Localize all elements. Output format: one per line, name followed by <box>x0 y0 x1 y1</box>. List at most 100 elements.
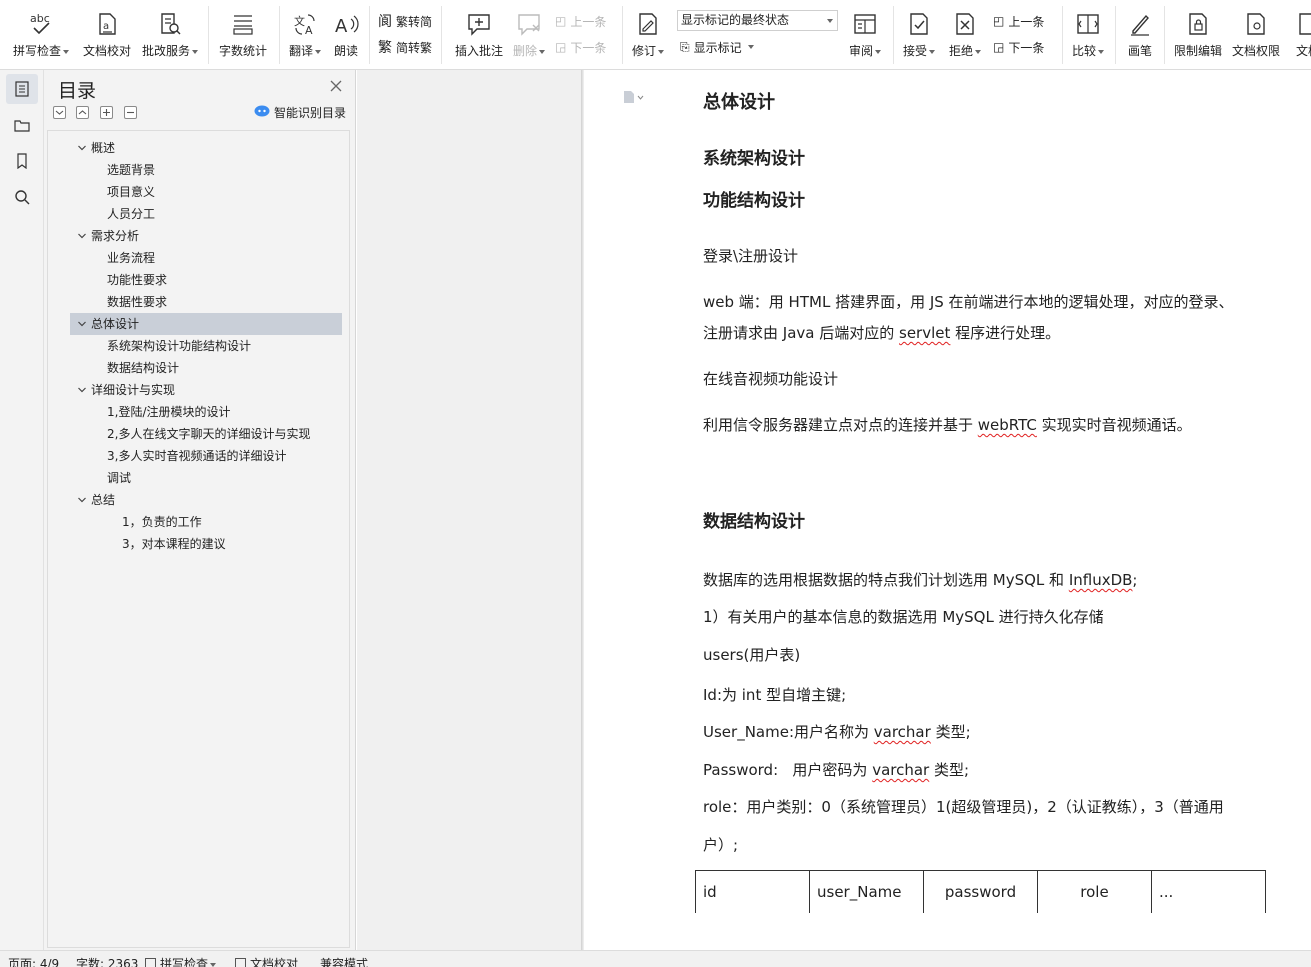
heading-data-structure: 数据结构设计 <box>703 512 805 532</box>
insert-comment-button[interactable]: 插入批注 <box>450 0 508 69</box>
spell-check-button[interactable]: abc 拼写检查 <box>10 0 72 69</box>
pen-icon <box>1126 10 1154 38</box>
compare-icon <box>1074 10 1102 38</box>
toc-item[interactable]: 功能性要求 <box>70 269 342 291</box>
web-paragraph-line2: 注册请求由 Java 后端对应的 servlet 程序进行处理。 <box>703 324 1061 342</box>
expand-up-icon[interactable] <box>76 106 89 119</box>
review-pane-button[interactable]: 审阅 <box>845 0 885 69</box>
users-table-label: users(用户表) <box>703 646 801 664</box>
word-count-button[interactable]: 字数统计 <box>215 0 271 69</box>
chevron-down-icon[interactable] <box>78 320 86 328</box>
track-changes-button[interactable]: 修订 <box>628 0 668 69</box>
accept-button[interactable]: 接受 <box>898 0 940 69</box>
toc-panel: 目录 智能识别目录 概述 选题背景 项目意义 人员分工 需求分析 业务流程 功能性要求 数据性… <box>44 70 356 950</box>
delete-comment-button[interactable]: 删除 <box>510 0 548 69</box>
toc-item-label: 2,多人在线文字聊天的详细设计与实现 <box>107 427 311 441</box>
smart-toc-button[interactable]: 智能识别目录 <box>254 104 346 121</box>
markup-state-select[interactable]: 显示标记的最终状态 <box>677 10 838 31</box>
doc-permission-button[interactable]: 文档权限 <box>1228 0 1284 69</box>
toc-item[interactable]: 1，负责的工作 <box>70 511 342 533</box>
chevron-down-icon[interactable] <box>78 232 86 240</box>
svg-text:a: a <box>103 21 109 32</box>
nav-rail <box>0 70 44 950</box>
reject-button[interactable]: 拒绝 <box>944 0 986 69</box>
toc-item[interactable]: 2,多人在线文字聊天的详细设计与实现 <box>70 423 342 445</box>
spellcheck-word: varchar <box>872 761 930 779</box>
trad-simp-icon: 阆 <box>378 14 392 30</box>
trad-to-simp-button[interactable]: 阆繁转简 <box>378 10 432 32</box>
toc-item[interactable]: 项目意义 <box>70 181 342 203</box>
review-service-button[interactable]: 批改服务 <box>140 0 200 69</box>
bookmark-icon[interactable] <box>6 146 38 176</box>
page-indicator[interactable]: 页面: 4/9 <box>8 955 59 967</box>
simp-to-trad-button[interactable]: 繁简转繁 <box>378 36 432 58</box>
toc-item[interactable]: 总体设计 <box>70 313 342 335</box>
show-markup-button[interactable]: ⎘ 显示标记 <box>680 36 754 58</box>
status-spell-check[interactable]: 拼写检查 <box>145 955 216 967</box>
toc-item[interactable]: 数据性要求 <box>70 291 342 313</box>
word-count-indicator[interactable]: 字数: 2363 <box>76 955 138 967</box>
toc-item-label: 系统架构设计功能结构设计 <box>107 339 252 353</box>
collapse-all-icon[interactable] <box>53 106 66 119</box>
prev-change-button[interactable]: ◰ 上一条 <box>993 10 1044 32</box>
compare-button[interactable]: 比较 <box>1068 0 1108 69</box>
close-icon[interactable] <box>328 78 344 94</box>
toc-item-label: 3，对本课程的建议 <box>122 537 226 551</box>
next-comment-button[interactable]: ◲ 下一条 <box>555 36 606 58</box>
heading-functional-structure: 功能结构设计 <box>703 191 805 211</box>
chevron-down-icon[interactable] <box>78 496 86 504</box>
review-service-icon <box>156 10 184 38</box>
next-change-button[interactable]: ◲ 下一条 <box>993 36 1044 58</box>
toc-item[interactable]: 数据结构设计 <box>70 357 342 379</box>
field-role-line1: role：用户类别：0（系统管理员）1(超级管理员)，2（认证教练），3（普通用 <box>703 798 1224 816</box>
chevron-down-icon[interactable] <box>78 144 86 152</box>
spell-check-icon: abc <box>27 10 55 38</box>
toc-item[interactable]: 选题背景 <box>70 159 342 181</box>
toc-item-label: 1,登陆/注册模块的设计 <box>107 405 231 419</box>
toc-item[interactable]: 系统架构设计功能结构设计 <box>70 335 342 357</box>
toc-item[interactable]: 需求分析 <box>70 225 342 247</box>
chevron-down-icon[interactable] <box>78 386 86 394</box>
restrict-edit-button[interactable]: 限制编辑 <box>1170 0 1226 69</box>
toc-item-label: 项目意义 <box>107 185 156 199</box>
accept-icon <box>905 10 933 38</box>
toc-item-label: 需求分析 <box>91 229 140 243</box>
spellcheck-word: servlet <box>899 324 951 342</box>
read-aloud-button[interactable]: A 朗读 <box>328 0 364 69</box>
document-page[interactable]: 总体设计 系统架构设计 功能结构设计 登录\注册设计 web 端：用 HTML … <box>584 70 1311 950</box>
remove-heading-icon[interactable] <box>124 106 137 119</box>
ribbon-separator <box>279 6 280 64</box>
prev-comment-button[interactable]: ◰ 上一条 <box>555 10 606 32</box>
toc-item-label: 1，负责的工作 <box>122 515 202 529</box>
proofread-box-icon <box>235 958 246 967</box>
brush-button[interactable]: 画笔 <box>1120 0 1160 69</box>
status-proofread[interactable]: 文档校对 <box>235 955 298 967</box>
table-cell: role <box>1037 870 1152 913</box>
toc-item[interactable]: 人员分工 <box>70 203 342 225</box>
toc-item[interactable]: 总结 <box>70 489 342 511</box>
chapter-nav-icon[interactable] <box>6 110 38 140</box>
add-heading-icon[interactable] <box>100 106 113 119</box>
spellcheck-word: InfluxDB <box>1068 571 1133 589</box>
ai-cloud-icon <box>254 105 270 120</box>
document-canvas <box>357 70 582 950</box>
review-pane-icon <box>851 10 879 38</box>
change-next-icon: ◲ <box>993 40 1005 54</box>
toc-item[interactable]: 详细设计与实现 <box>70 379 342 401</box>
track-changes-icon <box>634 10 662 38</box>
toc-item[interactable]: 3,多人实时音视频通话的详细设计 <box>70 445 342 467</box>
doc-more-button[interactable]: 文档 <box>1288 0 1311 69</box>
doc-proofread-button[interactable]: a 文档校对 <box>80 0 134 69</box>
toc-item[interactable]: 概述 <box>70 137 342 159</box>
permission-doc-icon <box>1242 10 1270 38</box>
search-icon[interactable] <box>6 182 38 212</box>
toc-item[interactable]: 3，对本课程的建议 <box>70 533 342 555</box>
translate-button[interactable]: 文A 翻译 <box>284 0 326 69</box>
toc-item[interactable]: 1,登陆/注册模块的设计 <box>70 401 342 423</box>
toc-item[interactable]: 调试 <box>70 467 342 489</box>
reject-icon <box>951 10 979 38</box>
compat-mode-indicator: 兼容模式 <box>320 957 369 967</box>
page-doc-icon[interactable] <box>622 90 644 107</box>
toc-nav-icon[interactable] <box>6 74 38 104</box>
toc-item[interactable]: 业务流程 <box>70 247 342 269</box>
